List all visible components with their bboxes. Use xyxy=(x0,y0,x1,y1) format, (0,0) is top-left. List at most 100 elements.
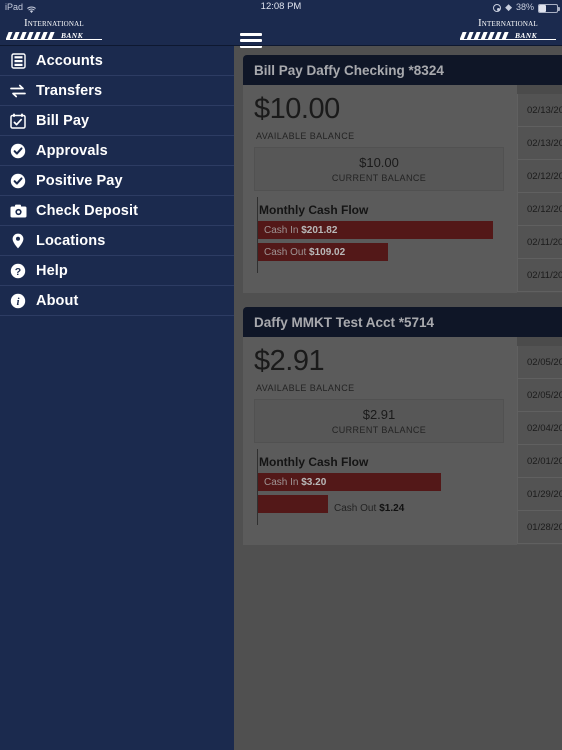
current-balance-label: CURRENT BALANCE xyxy=(331,173,427,183)
navigation-bar: International BANK International BANK xyxy=(0,14,562,48)
logo-underline-right xyxy=(460,39,556,40)
transaction-list-header xyxy=(517,85,562,94)
logo-underline xyxy=(6,39,102,40)
sidebar-item-label: Positive Pay xyxy=(36,172,123,189)
transaction-date: 01/28/2019 xyxy=(527,521,562,533)
bank-logo-right: International BANK xyxy=(460,18,556,42)
cash-out-bar-label: Cash Out $1.24 xyxy=(334,502,405,514)
bank-logo-name: International xyxy=(24,18,84,29)
account-card-header: Daffy MMKT Test Acct *5714 xyxy=(243,307,562,337)
svg-text:?: ? xyxy=(15,265,21,277)
sidebar-item-label: About xyxy=(36,292,79,309)
cash-flow-title: Monthly Cash Flow xyxy=(259,455,369,469)
check-circle-icon xyxy=(7,141,29,161)
cash-in-bar: Cash In $3.20 xyxy=(258,473,441,491)
transaction-date: 02/11/2019 xyxy=(527,269,562,281)
account-title: Daffy MMKT Test Acct *5714 xyxy=(254,314,435,330)
available-balance-amount: $2.91 xyxy=(254,345,325,377)
transaction-date: 02/13/2019 xyxy=(527,137,562,149)
accounts-content-area: Bill Pay Daffy Checking *8324 $10.00 AVA… xyxy=(234,46,562,750)
camera-icon xyxy=(7,201,29,221)
current-balance-box[interactable]: $10.00 CURRENT BALANCE xyxy=(254,147,504,191)
bluetooth-icon: ◆ xyxy=(505,2,512,12)
sidebar-item-locations[interactable]: Locations xyxy=(0,226,234,256)
current-balance-amount: $10.00 xyxy=(359,155,399,170)
transaction-date: 02/04/2019 xyxy=(527,422,562,434)
transaction-date: 02/12/2019 xyxy=(527,170,562,182)
map-pin-icon xyxy=(7,231,29,251)
account-summary: $2.91 AVAILABLE BALANCE $2.91 CURRENT BA… xyxy=(243,337,517,545)
account-title: Bill Pay Daffy Checking *8324 xyxy=(254,62,444,78)
bank-logo-name-right: International xyxy=(478,18,538,29)
accounts-icon xyxy=(7,51,29,71)
battery-icon xyxy=(538,3,560,13)
sidebar-item-label: Bill Pay xyxy=(36,112,90,129)
current-balance-amount: $2.91 xyxy=(362,407,396,422)
transaction-list[interactable]: 02/13/2019 02/13/2019 02/12/2019 02/12/2… xyxy=(517,85,562,293)
status-bar: iPad 12:08 PM ◆ 38% xyxy=(0,0,562,14)
transaction-row[interactable]: 02/12/2019 xyxy=(517,160,562,193)
transaction-date: 02/13/2019 xyxy=(527,104,562,116)
transaction-date: 02/05/2019 xyxy=(527,389,562,401)
transaction-date: 02/01/2019 xyxy=(527,455,562,467)
transaction-date: 02/11/2019 xyxy=(527,236,562,248)
cash-in-bar: Cash In $201.82 xyxy=(258,221,493,239)
sidebar-item-transfers[interactable]: Transfers xyxy=(0,76,234,106)
sidebar-item-about[interactable]: i About xyxy=(0,286,234,316)
transaction-row[interactable]: 02/11/2019 xyxy=(517,259,562,292)
transfers-icon xyxy=(7,81,29,101)
info-circle-icon: i xyxy=(7,291,29,311)
status-bar-right: ◆ 38% xyxy=(493,0,560,14)
sidebar-item-accounts[interactable]: Accounts xyxy=(0,46,234,76)
sidebar-item-label: Transfers xyxy=(36,82,103,99)
monthly-cash-flow-chart: Monthly Cash Flow Cash In $3.20 Cash Out… xyxy=(254,449,504,525)
sidebar-item-label: Accounts xyxy=(36,52,103,69)
current-balance-box[interactable]: $2.91 CURRENT BALANCE xyxy=(254,399,504,443)
sidebar-item-positive-pay[interactable]: Positive Pay xyxy=(0,166,234,196)
cash-flow-title: Monthly Cash Flow xyxy=(259,203,369,217)
cash-out-bar xyxy=(258,495,328,513)
transaction-row[interactable]: 02/05/2019 xyxy=(517,379,562,412)
hamburger-menu-icon[interactable] xyxy=(240,33,262,50)
bank-logo-stripes-right: BANK xyxy=(460,31,556,40)
sidebar-item-label: Check Deposit xyxy=(36,202,139,219)
transaction-row[interactable]: 02/04/2019 xyxy=(517,412,562,445)
transaction-list-header xyxy=(517,337,562,346)
transaction-list[interactable]: 02/05/2019 02/05/2019 02/04/2019 02/01/2… xyxy=(517,337,562,545)
transaction-row[interactable]: 02/13/2019 xyxy=(517,127,562,160)
bank-logo-left: International BANK xyxy=(6,18,102,42)
monthly-cash-flow-chart: Monthly Cash Flow Cash In $201.82 Cash O… xyxy=(254,197,504,273)
transaction-date: 02/05/2019 xyxy=(527,356,562,368)
sidebar-item-label: Approvals xyxy=(36,142,108,159)
transaction-row[interactable]: 02/12/2019 xyxy=(517,193,562,226)
transaction-row[interactable]: 02/13/2019 xyxy=(517,94,562,127)
status-bar-clock: 12:08 PM xyxy=(260,1,302,12)
location-services-icon xyxy=(493,4,502,12)
current-balance-label: CURRENT BALANCE xyxy=(331,425,427,435)
transaction-row[interactable]: 02/11/2019 xyxy=(517,226,562,259)
sidebar-item-bill-pay[interactable]: Bill Pay xyxy=(0,106,234,136)
transaction-row[interactable]: 02/05/2019 xyxy=(517,346,562,379)
account-card-body: $2.91 AVAILABLE BALANCE $2.91 CURRENT BA… xyxy=(243,337,562,545)
sidebar-item-label: Help xyxy=(36,262,68,279)
sidebar-menu: Accounts Transfers Bill Pay Approvals Positi… xyxy=(0,46,234,750)
cash-out-bar: Cash Out $109.02 xyxy=(258,243,388,261)
transaction-date: 02/12/2019 xyxy=(527,203,562,215)
account-card[interactable]: Daffy MMKT Test Acct *5714 $2.91 AVAILAB… xyxy=(243,307,562,545)
ipad-screen: iPad 12:08 PM ◆ 38% International BANK I… xyxy=(0,0,562,750)
sidebar-item-help[interactable]: ? Help xyxy=(0,256,234,286)
cash-in-bar-label: Cash In $3.20 xyxy=(264,476,327,488)
transaction-row[interactable]: 02/01/2019 xyxy=(517,445,562,478)
battery-percent-label: 38% xyxy=(515,2,534,12)
sidebar-item-check-deposit[interactable]: Check Deposit xyxy=(0,196,234,226)
account-card[interactable]: Bill Pay Daffy Checking *8324 $10.00 AVA… xyxy=(243,55,562,293)
sidebar-item-label: Locations xyxy=(36,232,106,249)
logo-stripe-group-right xyxy=(460,31,512,39)
account-card-body: $10.00 AVAILABLE BALANCE $10.00 CURRENT … xyxy=(243,85,562,293)
available-balance-amount: $10.00 xyxy=(254,93,340,125)
transaction-row[interactable]: 01/29/2019 xyxy=(517,478,562,511)
logo-stripe-group xyxy=(6,31,58,39)
sidebar-item-approvals[interactable]: Approvals xyxy=(0,136,234,166)
account-card-header: Bill Pay Daffy Checking *8324 xyxy=(243,55,562,85)
transaction-row[interactable]: 01/28/2019 xyxy=(517,511,562,544)
